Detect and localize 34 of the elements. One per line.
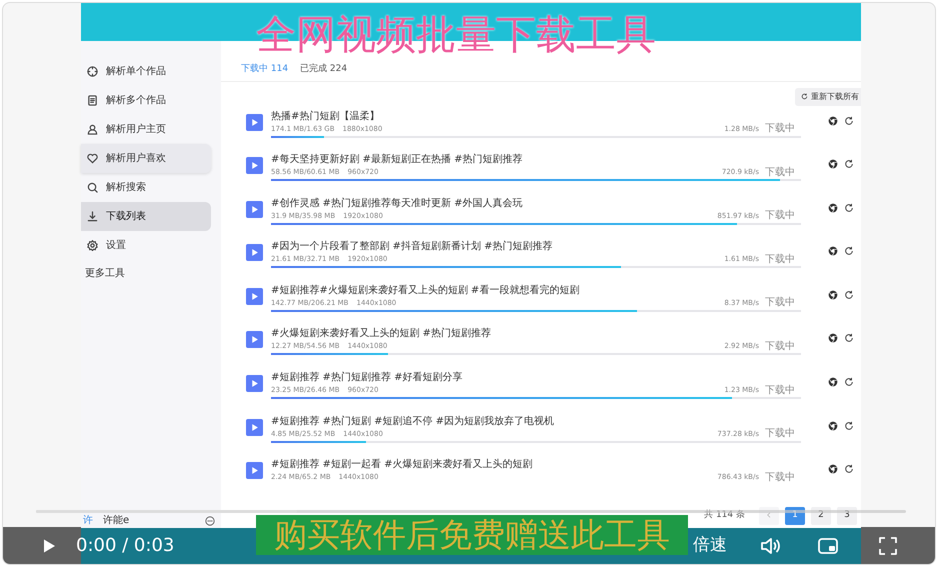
- user-name: 许能e: [103, 514, 130, 528]
- sidebar-item[interactable]: 解析多个作品: [81, 86, 211, 115]
- caption-banner: 购买软件后免费赠送此工具: [256, 515, 688, 555]
- sidebar-item[interactable]: 下载列表: [81, 202, 211, 231]
- video-title: #短剧推荐 #短剧一起看 #火爆短剧来袭好看又上头的短剧: [271, 458, 534, 472]
- download-status: 下载中: [764, 254, 796, 265]
- sidebar-item[interactable]: 解析用户喜欢: [81, 144, 211, 173]
- video-title: #短剧推荐 #热门短剧 #短剧追不停 #因为短剧我放弃了电视机: [271, 414, 556, 428]
- video-title: #短剧推荐#火爆短剧来袭好看又上头的短剧 #看一段就想看完的短剧: [271, 284, 580, 297]
- download-status: 下载中: [764, 123, 796, 134]
- download-status: 下载中: [764, 340, 796, 352]
- download-status: 下载中: [764, 428, 796, 440]
- tab[interactable]: 已完成 224: [300, 63, 348, 76]
- redownload-button[interactable]: 重新下载所有: [795, 88, 861, 106]
- download-status: 下载中: [764, 297, 796, 308]
- download-status: 下载中: [764, 472, 796, 483]
- playback-speed-button[interactable]: 倍速: [693, 532, 727, 558]
- user-avatar: 许: [83, 514, 93, 528]
- sidebar-item[interactable]: 解析单个作品: [81, 57, 211, 86]
- sidebar-item[interactable]: 设置: [81, 231, 211, 260]
- video-title: 热播#热门短剧【温柔】: [271, 110, 380, 122]
- download-status: 下载中: [764, 210, 796, 222]
- download-status: 下载中: [764, 166, 796, 178]
- video-title: #每天坚持更新好剧 #最新短剧正在热播 #热门短剧推荐: [271, 153, 524, 166]
- total-count: 共 114 条: [704, 509, 745, 522]
- video-title: #因为一个片段看了整部剧 #抖音短剧新番计划 #热门短剧推荐: [271, 240, 554, 254]
- video-title: #短剧推荐 #热门短剧推荐 #好看短剧分享: [271, 371, 464, 384]
- download-status: 下载中: [764, 384, 796, 396]
- sidebar-item[interactable]: 解析搜索: [81, 173, 211, 202]
- video-time: 0:00 / 0:03: [76, 534, 174, 558]
- sidebar-item[interactable]: 解析用户主页: [81, 115, 211, 144]
- video-title: #创作灵感 #热门短剧推荐每天准时更新 #外国人真会玩: [271, 196, 524, 210]
- section-heading: 更多工具: [84, 267, 126, 281]
- video-title: #火爆短剧来袭好看又上头的短剧 #热门短剧推荐: [271, 327, 492, 340]
